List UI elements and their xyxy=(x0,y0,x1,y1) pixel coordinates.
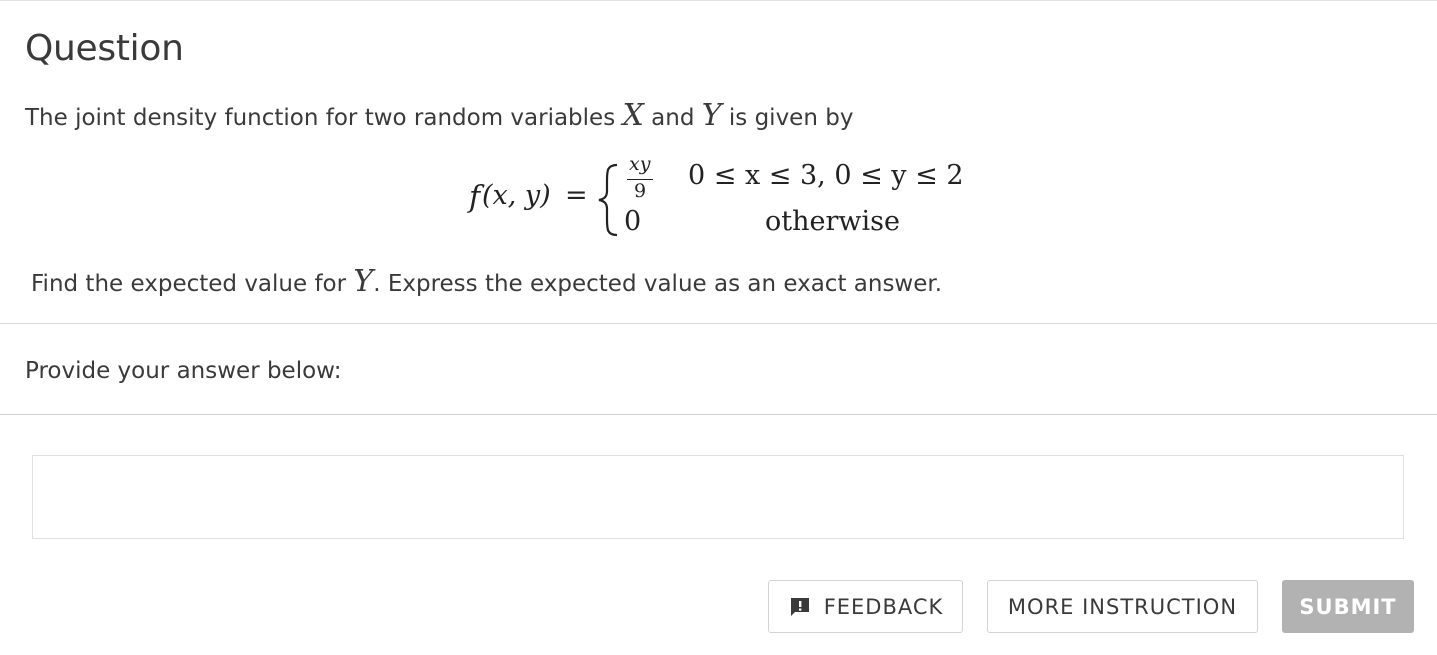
intro-text-1: The joint density function for two rando… xyxy=(25,105,623,131)
fraction-numerator: xy xyxy=(629,153,651,175)
answer-input[interactable] xyxy=(32,455,1404,539)
answer-prompt: Provide your answer below: xyxy=(25,358,342,384)
case1-condition: 0 ≤ x ≤ 3, 0 ≤ y ≤ 2 xyxy=(688,160,964,191)
var-x: X xyxy=(622,98,644,133)
question-instruction: Find the expected value for Y. Express t… xyxy=(31,264,942,299)
question-intro: The joint density function for two rando… xyxy=(25,98,853,133)
more-instruction-label: MORE INSTRUCTION xyxy=(1007,594,1238,619)
find-text-2: . Express the expected value as an exact… xyxy=(373,271,943,297)
feedback-exclamation-icon xyxy=(790,597,809,616)
formula-equals: = xyxy=(565,180,588,211)
question-heading: Question xyxy=(25,28,184,69)
left-brace-icon xyxy=(598,163,618,237)
submit-label: SUBMIT xyxy=(1299,594,1397,619)
submit-button[interactable]: SUBMIT xyxy=(1282,580,1414,633)
fraction-bar xyxy=(627,179,653,180)
more-instruction-button[interactable]: MORE INSTRUCTION xyxy=(987,580,1258,633)
find-text-1: Find the expected value for xyxy=(31,271,354,297)
var-y-find: Y xyxy=(353,264,374,299)
case2-condition: otherwise xyxy=(765,206,900,237)
feedback-button[interactable]: FEEDBACK xyxy=(768,580,963,633)
top-divider xyxy=(0,0,1437,1)
intro-text-2: and xyxy=(643,105,702,131)
intro-text-3: is given by xyxy=(721,105,854,131)
section-divider xyxy=(0,323,1437,324)
fraction-denominator: 9 xyxy=(634,180,647,202)
feedback-label: FEEDBACK xyxy=(823,594,944,619)
answer-divider xyxy=(0,414,1437,415)
formula-f: f xyxy=(469,180,481,215)
var-y: Y xyxy=(701,98,722,133)
formula-args: (x, y) xyxy=(482,180,551,211)
case2-value: 0 xyxy=(624,206,642,237)
